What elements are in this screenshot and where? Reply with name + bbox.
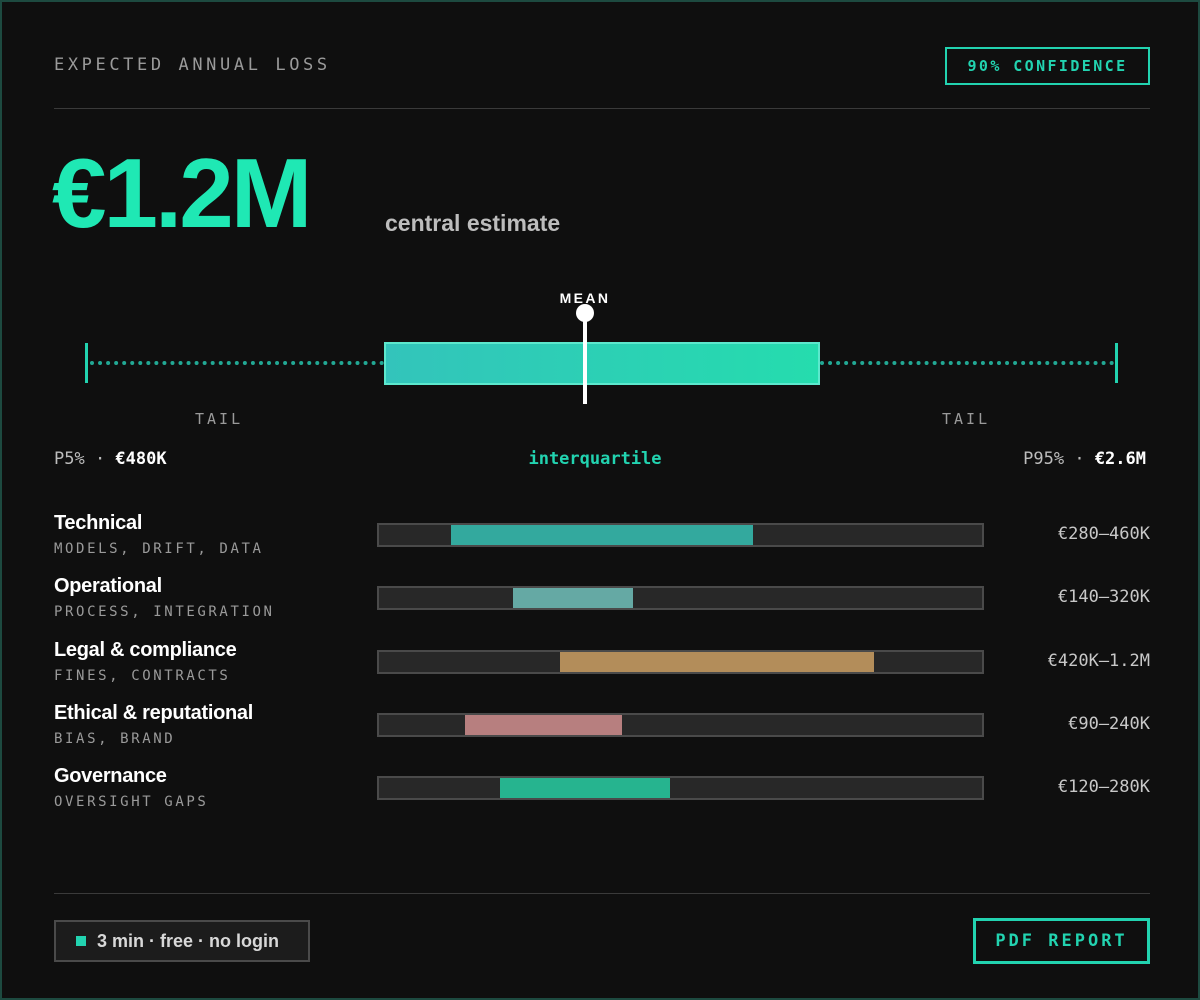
- category-range-track: [377, 650, 984, 674]
- right-tail-whisker: [820, 361, 1114, 365]
- category-row: Legal & compliance FINES, CONTRACTS €420K–…: [54, 639, 1150, 689]
- p95-readout: P95% · €2.6M: [1023, 449, 1146, 469]
- category-range-value: €280–460K: [1057, 524, 1150, 544]
- category-subtitle: PROCESS, INTEGRATION: [54, 604, 275, 620]
- interquartile-box: [384, 342, 820, 385]
- category-name: Ethical & reputational: [54, 702, 253, 724]
- category-range-track: [377, 776, 984, 800]
- left-tail-label: TAIL: [195, 410, 244, 428]
- p5-cap: [85, 343, 88, 383]
- interquartile-label-row: interquartile: [2, 449, 1200, 469]
- category-name: Governance: [54, 765, 167, 787]
- square-icon: [76, 936, 86, 946]
- category-range-value: €90–240K: [1068, 714, 1150, 734]
- category-row: Governance OVERSIGHT GAPS €120–280K: [54, 765, 1150, 815]
- right-tail-label: TAIL: [942, 410, 991, 428]
- category-range-fill: [513, 588, 633, 608]
- category-name: Operational: [54, 575, 162, 597]
- category-range-track: [377, 713, 984, 737]
- category-subtitle: BIAS, BRAND: [54, 731, 176, 747]
- mean-marker-dot: [576, 304, 594, 322]
- mean-marker-line: [583, 318, 587, 404]
- category-range-value: €140–320K: [1057, 587, 1150, 607]
- loss-card: EXPECTED ANNUAL LOSS 90% CONFIDENCE €1.2…: [0, 0, 1200, 1000]
- category-subtitle: MODELS, DRIFT, DATA: [54, 541, 264, 557]
- category-subtitle: FINES, CONTRACTS: [54, 668, 231, 684]
- category-range-fill: [500, 778, 670, 798]
- category-range-track: [377, 586, 984, 610]
- headline-label: central estimate: [385, 210, 561, 236]
- category-subtitle: OVERSIGHT GAPS: [54, 794, 209, 810]
- category-range-fill: [465, 715, 622, 735]
- info-badge-text: 3 min · free · no login: [97, 930, 280, 951]
- interquartile-label: interquartile: [528, 449, 662, 469]
- category-name: Legal & compliance: [54, 639, 237, 661]
- header-divider: [54, 108, 1150, 109]
- p95-cap: [1115, 343, 1118, 383]
- card-title: EXPECTED ANNUAL LOSS: [54, 55, 331, 75]
- p95-value: €2.6M: [1094, 449, 1146, 469]
- headline-value: €1.2M: [52, 138, 312, 248]
- category-range-fill: [451, 525, 753, 545]
- left-tail-whisker: [90, 361, 384, 365]
- info-badge: 3 min · free · no login: [54, 920, 310, 962]
- confidence-badge: 90% CONFIDENCE: [945, 47, 1150, 85]
- category-range-value: €120–280K: [1057, 777, 1150, 797]
- category-range-value: €420K–1.2M: [1047, 651, 1150, 671]
- category-name: Technical: [54, 512, 143, 534]
- category-range-fill: [560, 652, 874, 672]
- category-range-track: [377, 523, 984, 547]
- p95-label: P95% ·: [1023, 449, 1095, 469]
- footer-divider: [54, 893, 1150, 894]
- category-row: Operational PROCESS, INTEGRATION €140–320K: [54, 575, 1150, 625]
- category-row: Technical MODELS, DRIFT, DATA €280–460K: [54, 512, 1150, 562]
- pdf-report-button[interactable]: PDF REPORT: [973, 918, 1150, 964]
- category-row: Ethical & reputational BIAS, BRAND €90–240…: [54, 702, 1150, 752]
